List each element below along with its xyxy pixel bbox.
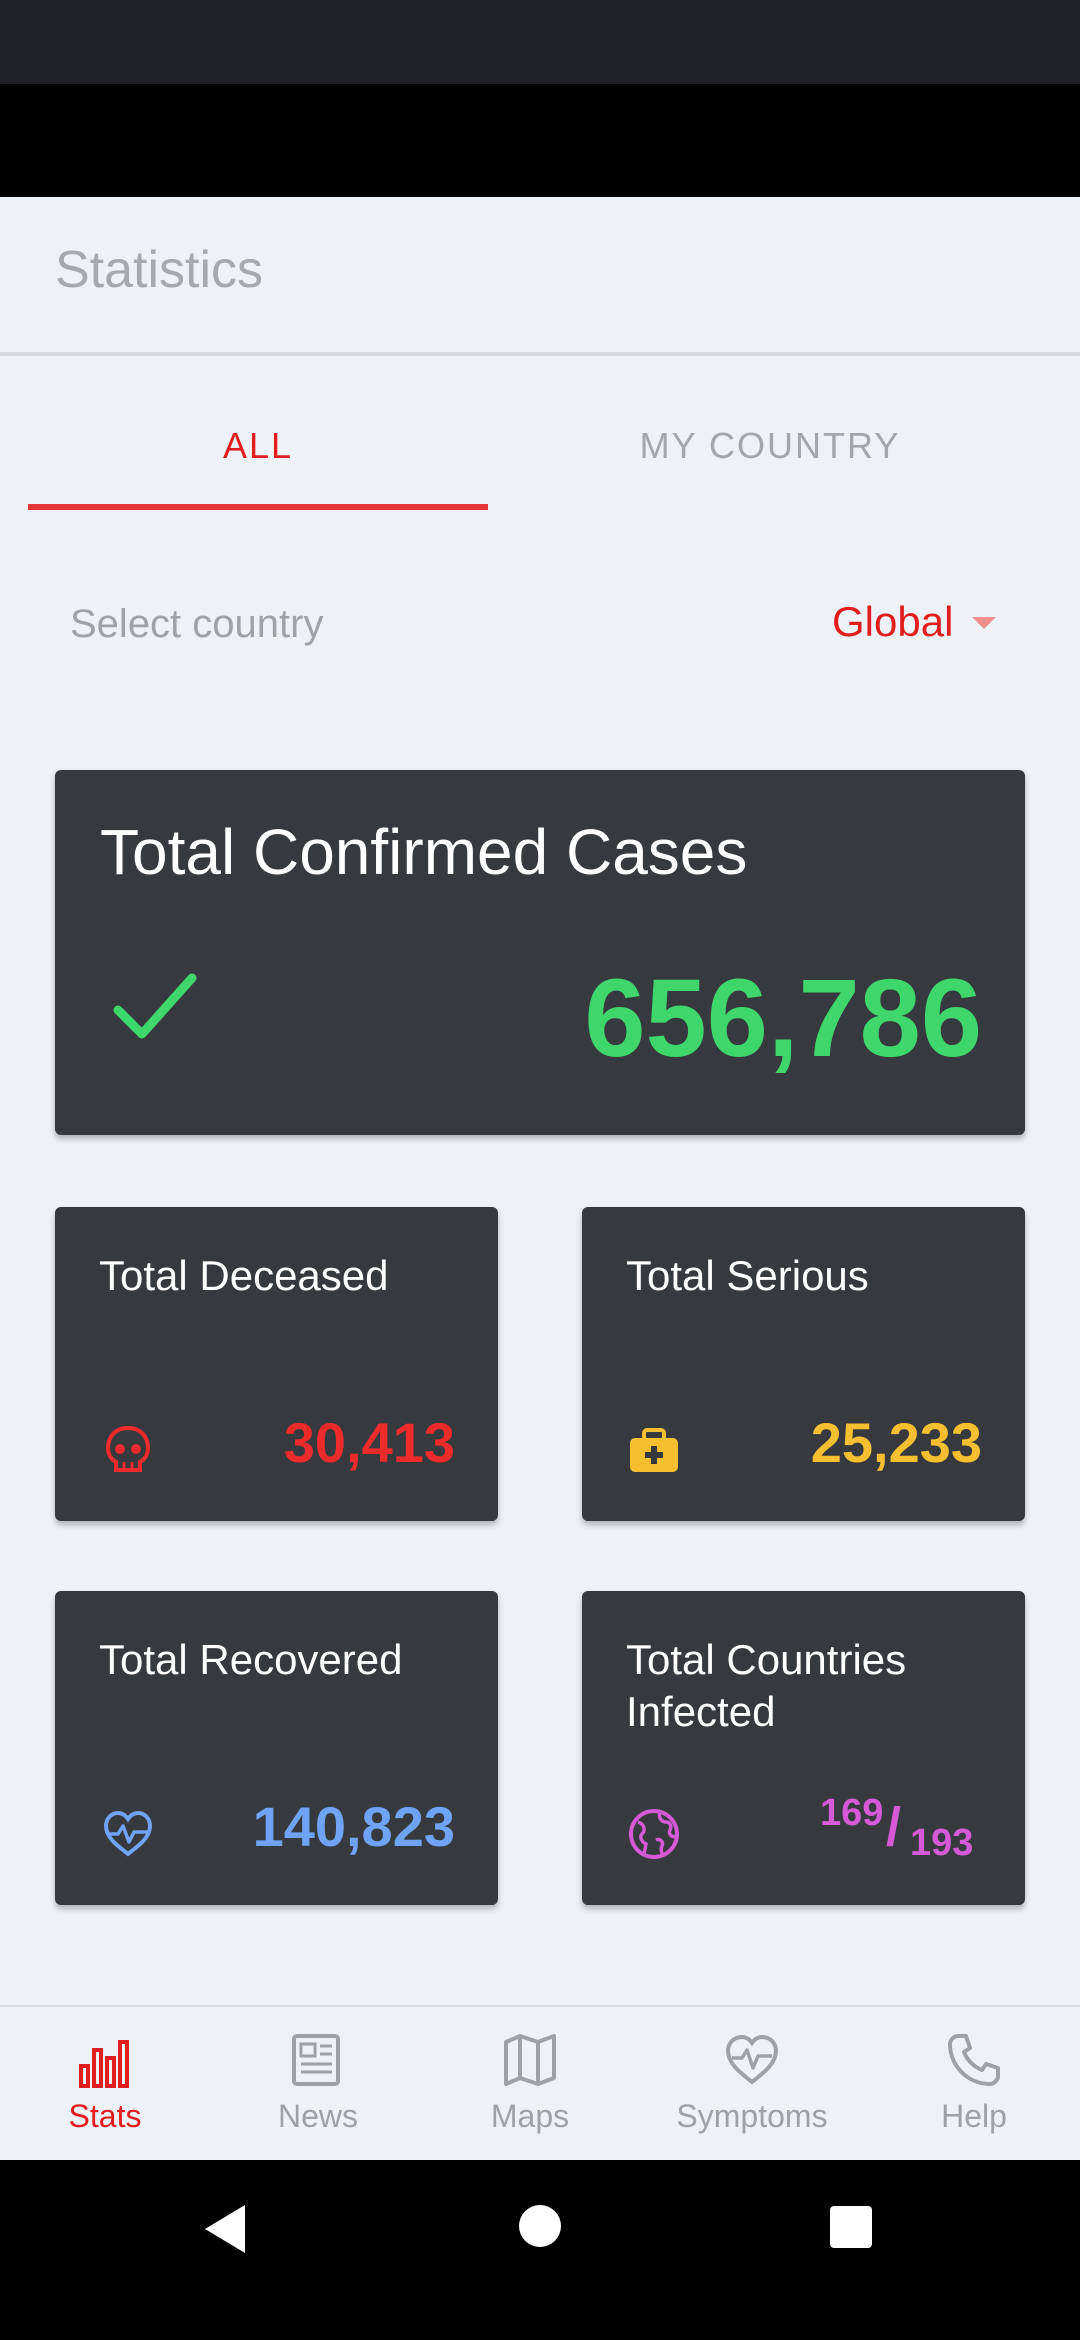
tab-all[interactable]: ALL xyxy=(28,395,488,515)
recent-apps-icon[interactable] xyxy=(830,2206,872,2248)
nav-news-label: News xyxy=(277,2098,358,2134)
confirmed-title: Total Confirmed Cases xyxy=(100,816,748,888)
heartbeat-icon xyxy=(103,1810,153,1857)
recovered-value: 140,823 xyxy=(252,1795,455,1858)
nav-help[interactable]: Help xyxy=(874,2030,1074,2150)
newspaper-icon xyxy=(292,2034,340,2086)
nav-stats[interactable]: Stats xyxy=(5,2030,205,2150)
deceased-title: Total Deceased xyxy=(99,1252,389,1299)
nav-maps-label: Maps xyxy=(490,2098,570,2134)
medical-kit-icon xyxy=(630,1428,678,1472)
heart-pulse-icon xyxy=(725,2034,779,2085)
top-bar xyxy=(0,84,1080,197)
countries-value: 169 / 193 xyxy=(800,1790,982,1870)
recovered-title: Total Recovered xyxy=(99,1636,403,1683)
nav-news[interactable]: News xyxy=(218,2030,418,2150)
nav-maps[interactable]: Maps xyxy=(430,2030,630,2150)
deceased-value: 30,413 xyxy=(283,1411,455,1474)
tab-active-indicator xyxy=(28,504,488,510)
tab-my-country[interactable]: MY COUNTRY xyxy=(540,395,1000,515)
status-bar xyxy=(0,0,1080,84)
home-icon[interactable] xyxy=(519,2205,561,2247)
select-country-label: Select country xyxy=(70,602,324,646)
nav-symptoms[interactable]: Symptoms xyxy=(652,2030,852,2150)
page-title: Statistics xyxy=(55,241,264,299)
bar-chart-icon xyxy=(79,2040,129,2088)
back-icon[interactable] xyxy=(205,2205,245,2253)
nav-stats-label: Stats xyxy=(68,2098,142,2134)
dropdown-caret-icon[interactable] xyxy=(972,617,996,629)
serious-value: 25,233 xyxy=(810,1411,982,1474)
countries-infected-value: 169 xyxy=(820,1792,884,1834)
skull-icon xyxy=(105,1425,151,1472)
phone-icon xyxy=(948,2034,1000,2086)
check-icon xyxy=(113,973,197,1039)
nav-help-label: Help xyxy=(941,2098,1007,2134)
globe-icon xyxy=(629,1809,679,1859)
confirmed-value: 656,786 xyxy=(584,957,982,1080)
countries-separator: / xyxy=(886,1797,902,1857)
countries-total-value: 193 xyxy=(910,1822,974,1864)
tab-my-country-label: MY COUNTRY xyxy=(639,425,901,466)
country-dropdown[interactable]: Global xyxy=(832,598,953,646)
tab-all-label: ALL xyxy=(222,425,294,466)
map-icon xyxy=(504,2034,556,2086)
countries-title: Total Countries Infected xyxy=(626,1636,907,1735)
serious-title: Total Serious xyxy=(626,1252,869,1299)
nav-symptoms-label: Symptoms xyxy=(676,2098,828,2134)
system-nav-bar xyxy=(0,2160,1080,2340)
